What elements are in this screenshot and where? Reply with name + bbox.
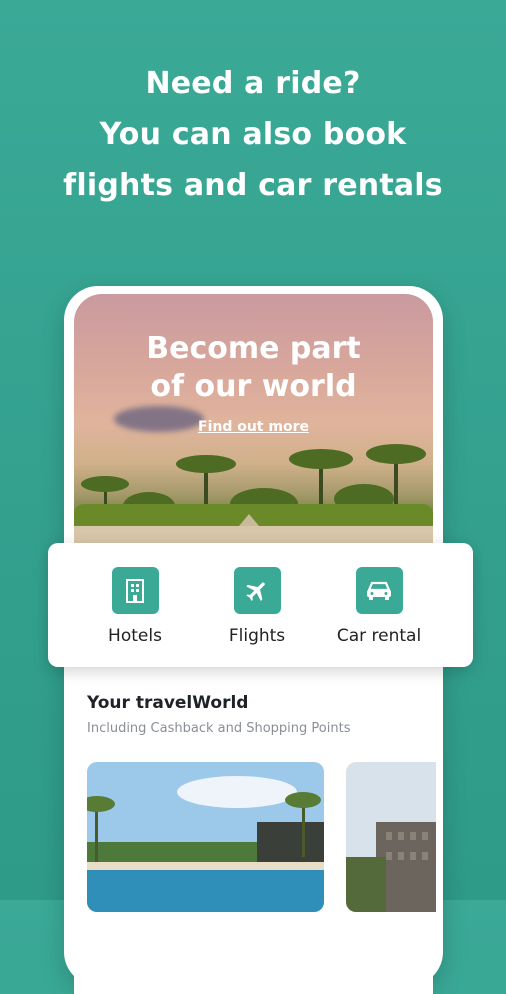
hero-title-line-1: Become part [146,331,361,366]
car-icon [355,567,403,614]
section-subtitle: Including Cashback and Shopping Points [87,721,351,736]
resort-pool-image[interactable] [87,762,324,912]
headline-line-2: You can also book [99,117,407,152]
city-buildings-image[interactable] [346,762,436,912]
section-title: Your travelWorld [87,693,249,713]
promo-headline: Need a ride? You can also book flights a… [0,58,506,211]
hero-banner: Become part of our world Find out more [74,294,433,544]
hero-title: Become part of our world [74,330,433,406]
find-out-more-link[interactable]: Find out more [74,419,433,435]
headline-line-3: flights and car rentals [63,168,443,203]
category-label: Flights [228,626,286,646]
airplane-icon [233,567,281,614]
category-label: Car rental [336,626,422,646]
category-hotels[interactable]: Hotels [74,567,196,646]
category-card: Hotels Flights Car rental [48,543,473,667]
hotel-building-icon [111,567,159,614]
category-flights[interactable]: Flights [196,567,318,646]
hero-beach [74,526,433,544]
category-label: Hotels [108,626,162,646]
headline-line-1: Need a ride? [145,66,361,101]
category-car-rental[interactable]: Car rental [318,567,440,646]
hero-title-line-2: of our world [150,369,357,404]
